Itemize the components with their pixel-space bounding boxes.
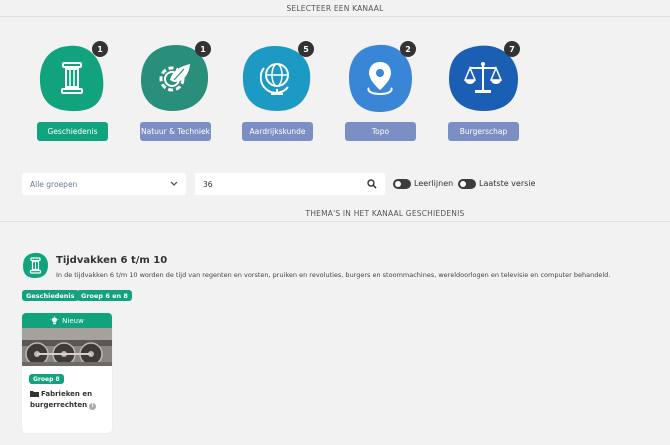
card-title-text: Fabrieken en burgerrechten [30,390,93,409]
leerlijnen-label: Leerlijnen [414,179,454,188]
channel-button-geschiedenis[interactable]: Geschiedenis [37,122,108,141]
channel-count-badge: 7 [504,41,520,57]
channel-blob[interactable] [242,45,311,113]
channel-button-burgerschap[interactable]: Burgerschap [448,122,519,141]
channel-count-badge: 5 [298,41,314,57]
themes-heading: THEMA'S IN HET KANAAL GESCHIEDENIS [305,209,465,218]
channel-count-badge: 2 [400,41,416,57]
channel-button-aardrijkskunde[interactable]: Aardrijkskunde [242,122,313,141]
channel-button-natuur-techniek[interactable]: Natuur & Techniek [140,122,211,141]
location-pin-icon [367,62,393,96]
group-select-value: Alle groepen [30,179,78,189]
new-badge: Nieuw [22,313,112,328]
gear-leaf-icon [159,64,190,92]
globe-icon [260,63,289,95]
tag-geschiedenis: Geschiedenis [22,290,79,301]
search-icon[interactable] [367,179,377,189]
card-title[interactable]: Fabrieken en burgerrechten i [30,389,108,411]
themes-divider [0,221,670,222]
info-icon[interactable]: i [89,403,97,410]
tag-groep: Groep 6 en 8 [77,290,132,301]
chevron-down-icon [170,181,178,186]
lesson-card[interactable]: Nieuw Groep 8 Fabrieken en burgerrechten… [22,313,112,433]
toggle-knob [460,181,466,187]
toggle-knob [395,181,401,187]
channel-count-badge: 1 [92,41,108,57]
column-icon [61,62,83,94]
theme-title[interactable]: Tijdvakken 6 t/m 10 [56,255,167,266]
theme-description: In de tijdvakken 6 t/m 10 worden de tijd… [56,271,611,279]
new-badge-label: Nieuw [62,316,84,325]
leerlijnen-toggle[interactable] [393,179,411,189]
search-input[interactable] [203,179,353,189]
column-icon [23,252,48,278]
lightbulb-icon [50,316,59,325]
latest-version-label: Laatste versie [479,179,536,188]
search-box[interactable] [195,173,385,195]
channel-count-badge: 1 [195,41,211,57]
channel-button-topo[interactable]: Topo [345,122,416,141]
latest-version-toggle[interactable] [458,179,476,189]
select-channel-heading: SELECTEER EEN KANAAL [286,4,384,13]
locomotive-image [22,328,112,366]
folder-icon [30,391,39,397]
card-group-tag: Groep 8 [29,374,64,384]
channel-blob[interactable] [448,45,518,113]
scales-icon [463,62,503,93]
header-divider [0,16,670,17]
group-select[interactable]: Alle groepen [22,173,186,195]
